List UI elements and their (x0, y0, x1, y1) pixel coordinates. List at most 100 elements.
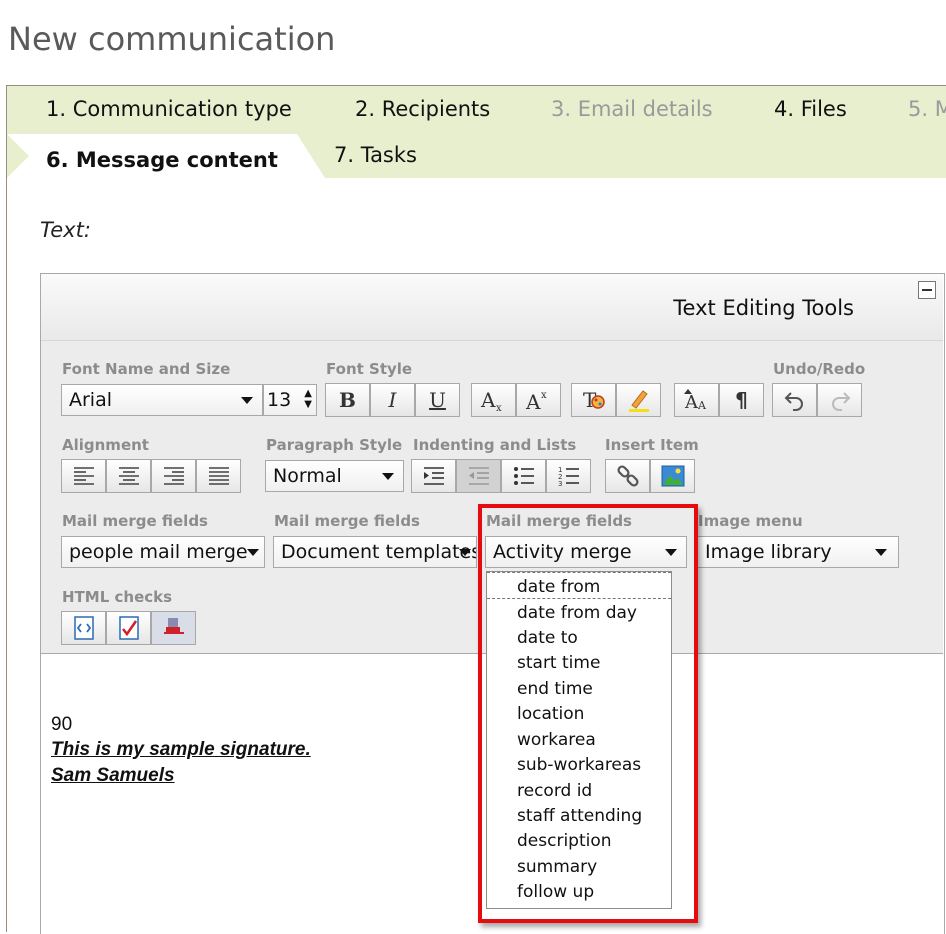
outdent-icon (468, 467, 489, 485)
undo-redo-group-label: Undo/Redo (773, 360, 866, 378)
undo-icon (784, 392, 803, 411)
dropdown-option[interactable]: description (517, 831, 612, 851)
tab-email-details: 3. Email details (551, 97, 713, 121)
font-name-select[interactable]: Arial (61, 384, 263, 416)
html-clean-button[interactable] (151, 611, 196, 645)
image-library-select[interactable]: Image library (697, 536, 899, 568)
align-center-button[interactable] (106, 459, 151, 493)
font-size-icon: AA (683, 389, 707, 413)
redo-button[interactable] (817, 383, 862, 417)
align-center-icon (118, 467, 139, 485)
people-mail-merge-select[interactable]: people mail merge (61, 536, 265, 568)
chevron-down-icon (247, 549, 259, 556)
svg-text:A: A (684, 392, 699, 413)
people-mail-merge-value: people mail merge (69, 541, 248, 563)
dropdown-option[interactable]: workarea (517, 730, 596, 750)
svg-text:A: A (525, 390, 541, 412)
tab-communication-type[interactable]: 1. Communication type (46, 97, 292, 121)
indent-icon (423, 467, 444, 485)
font-size-change-button[interactable]: AA (674, 383, 719, 417)
superscript-icon: Ax (525, 390, 547, 412)
alignment-group-label: Alignment (62, 436, 149, 454)
align-left-button[interactable] (61, 459, 106, 493)
dropdown-option[interactable]: follow up (517, 882, 594, 902)
tab-five: 5. M (908, 97, 946, 121)
dropdown-option[interactable]: end time (517, 679, 593, 699)
paragraph-style-select[interactable]: Normal (265, 460, 404, 492)
highlight-button[interactable] (616, 383, 661, 417)
outdent-button[interactable] (456, 459, 501, 493)
svg-text:x: x (541, 390, 547, 401)
text-color-icon: T (583, 388, 605, 412)
font-name-value: Arial (69, 389, 113, 411)
dropdown-option[interactable]: sub-workareas (517, 755, 641, 775)
svg-text:3: 3 (558, 480, 562, 488)
page-title: New communication (8, 20, 336, 58)
highlighter-icon (628, 390, 649, 412)
content-line: 90 (51, 714, 73, 735)
indent-lists-group-label: Indenting and Lists (413, 436, 577, 454)
dropdown-option[interactable]: location (517, 704, 584, 724)
tab-tasks[interactable]: 7. Tasks (334, 143, 417, 167)
align-right-button[interactable] (151, 459, 196, 493)
image-icon (661, 465, 684, 487)
show-formatting-button[interactable]: ¶ (719, 383, 764, 417)
dropdown-option[interactable]: date from day (517, 603, 637, 623)
paragraph-group-label: Paragraph Style (266, 436, 403, 454)
align-left-icon (73, 467, 94, 485)
tab-files[interactable]: 4. Files (774, 97, 847, 121)
undo-button[interactable] (772, 383, 817, 417)
link-icon (616, 465, 639, 487)
editor-tools-title: Text Editing Tools (673, 296, 854, 320)
underline-button[interactable]: U (415, 383, 460, 417)
chevron-down-icon (241, 397, 253, 404)
font-size-stepper[interactable]: 13 ▲ ▼ (263, 384, 317, 416)
dropdown-option[interactable]: staff attending (517, 806, 642, 826)
spin-up-icon[interactable]: ▲ (304, 389, 312, 399)
html-clean-icon (163, 618, 184, 634)
subscript-button[interactable]: Ax (471, 383, 516, 417)
italic-button[interactable]: I (370, 383, 415, 417)
chevron-down-icon (459, 549, 471, 556)
bullet-list-button[interactable] (501, 459, 546, 493)
bold-button[interactable]: B (325, 383, 370, 417)
redo-icon (831, 392, 850, 411)
html-validate-icon (118, 616, 139, 640)
numbered-list-icon: 123 (558, 466, 579, 488)
spin-down-icon[interactable]: ▼ (304, 400, 312, 410)
html-checks-label: HTML checks (62, 588, 173, 606)
numbered-list-button[interactable]: 123 (546, 459, 591, 493)
dropdown-option[interactable]: record id (517, 781, 592, 801)
image-library-value: Image library (705, 541, 832, 563)
tab-message-content[interactable]: 6. Message content (46, 148, 278, 172)
insert-image-button[interactable] (650, 459, 695, 493)
mail-merge-2-label: Mail merge fields (274, 512, 420, 530)
align-justify-button[interactable] (196, 459, 241, 493)
html-source-button[interactable] (61, 611, 106, 645)
font-size-value: 13 (267, 389, 292, 411)
signature-text: This is my sample signature. (51, 739, 311, 760)
html-source-icon (73, 616, 94, 640)
font-style-group-label: Font Style (326, 360, 413, 378)
collapse-icon[interactable] (918, 281, 936, 299)
document-templates-select[interactable]: Document templates (273, 536, 477, 568)
insert-link-button[interactable] (605, 459, 650, 493)
image-menu-label: Image menu (698, 512, 803, 530)
dropdown-option[interactable]: date to (517, 628, 578, 648)
chevron-down-icon (382, 473, 394, 480)
indent-button[interactable] (411, 459, 456, 493)
svg-text:A: A (697, 399, 707, 412)
svg-text:x: x (496, 403, 502, 412)
mail-merge-1-label: Mail merge fields (62, 512, 208, 530)
html-validate-button[interactable] (106, 611, 151, 645)
subscript-icon: Ax (480, 388, 502, 412)
dropdown-option[interactable]: summary (517, 857, 597, 877)
superscript-button[interactable]: Ax (516, 383, 561, 417)
text-color-button[interactable]: T (571, 383, 616, 417)
dropdown-option[interactable]: date from (517, 577, 600, 597)
tab-recipients[interactable]: 2. Recipients (355, 97, 490, 121)
align-justify-icon (208, 467, 229, 485)
signature-name: Sam Samuels (51, 765, 175, 786)
paragraph-style-value: Normal (273, 465, 342, 487)
dropdown-option[interactable]: start time (517, 653, 600, 673)
